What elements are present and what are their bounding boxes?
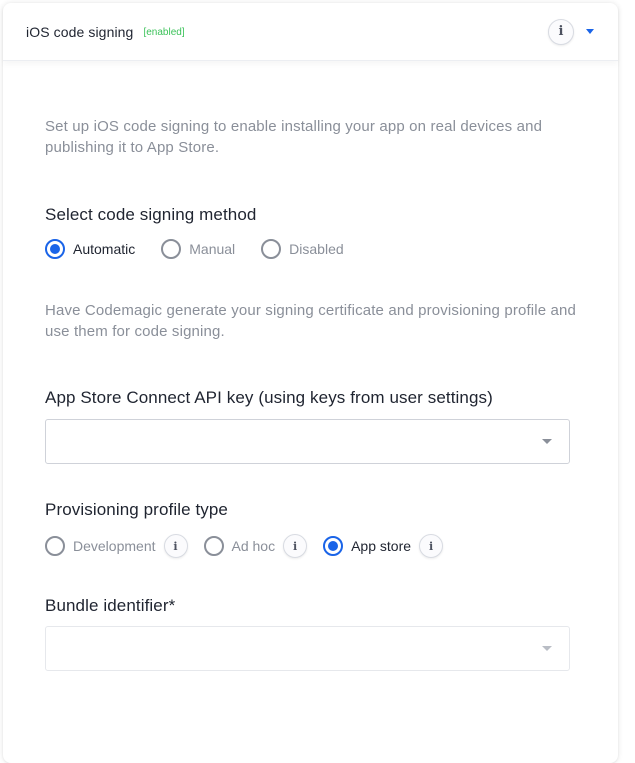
bundle-identifier-select[interactable] xyxy=(45,626,570,671)
radio-ad-hoc[interactable]: Ad hoc i xyxy=(203,534,308,558)
radio-disabled-label: Disabled xyxy=(289,241,344,257)
radio-manual[interactable]: Manual xyxy=(161,239,235,259)
radio-development-dot[interactable] xyxy=(45,536,65,556)
radio-development-label: Development xyxy=(73,538,156,554)
bundle-identifier-label-text: Bundle identifier xyxy=(45,596,169,615)
radio-development[interactable]: Development i xyxy=(45,534,188,558)
radio-app-store[interactable]: App store i xyxy=(323,534,444,558)
required-mark: * xyxy=(168,596,176,615)
provisioning-radio-group: Development i Ad hoc i App store i xyxy=(45,534,459,558)
panel-header[interactable]: iOS code signing [enabled] i xyxy=(3,3,618,61)
caret-down-icon[interactable] xyxy=(586,29,594,34)
info-icon[interactable]: i xyxy=(163,534,188,558)
radio-ad-hoc-label: Ad hoc xyxy=(231,538,276,554)
signing-method-label: Select code signing method xyxy=(45,205,257,224)
info-icon[interactable]: i xyxy=(283,534,308,558)
radio-manual-dot[interactable] xyxy=(161,239,182,259)
section-description: Set up iOS code signing to enable instal… xyxy=(45,118,543,156)
section-title: iOS code signing xyxy=(26,23,134,40)
chevron-down-icon[interactable] xyxy=(542,439,552,444)
radio-automatic[interactable]: Automatic xyxy=(45,239,135,259)
info-icon[interactable]: i xyxy=(548,18,574,45)
bundle-identifier-label: Bundle identifier* xyxy=(45,596,175,616)
info-icon[interactable]: i xyxy=(419,534,444,558)
status-badge: [enabled] xyxy=(143,26,185,38)
radio-automatic-dot[interactable] xyxy=(45,239,65,259)
radio-disabled-dot[interactable] xyxy=(261,239,282,259)
radio-app-store-label: App store xyxy=(351,538,412,554)
radio-automatic-label: Automatic xyxy=(73,241,136,257)
radio-manual-label: Manual xyxy=(189,241,236,257)
radio-app-store-dot[interactable] xyxy=(323,536,344,556)
provisioning-profile-label: Provisioning profile type xyxy=(45,500,228,519)
api-key-select[interactable] xyxy=(45,419,570,464)
radio-ad-hoc-dot[interactable] xyxy=(203,536,224,556)
radio-disabled[interactable]: Disabled xyxy=(261,239,344,259)
signing-method-radio-group: Automatic Manual Disabled xyxy=(45,239,370,259)
api-key-label: App Store Connect API key (using keys fr… xyxy=(45,388,493,407)
chevron-down-icon[interactable] xyxy=(542,646,552,651)
automatic-description: Have Codemagic generate your signing cer… xyxy=(45,302,577,340)
